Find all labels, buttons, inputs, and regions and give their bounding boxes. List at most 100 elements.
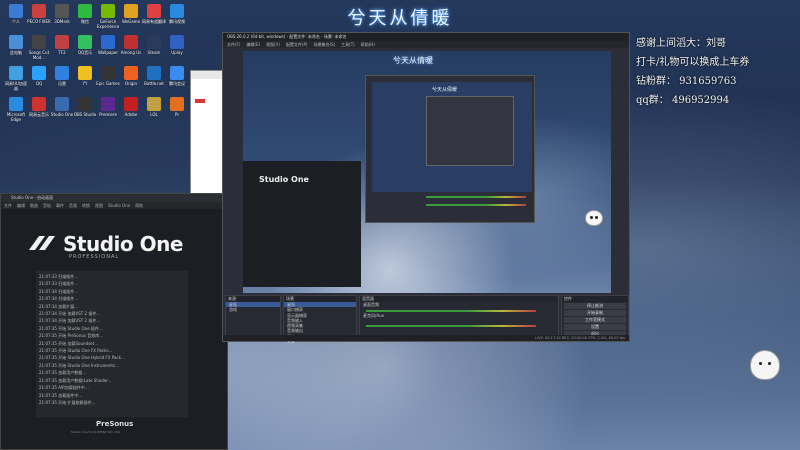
desktop-icon-label: QQ音乐 (77, 50, 93, 55)
app-icon (9, 35, 23, 49)
desktop-icon[interactable]: Wallpaper (96, 35, 120, 60)
desktop-icon[interactable]: GeForce Experience (96, 4, 120, 29)
studio-one-menu-item[interactable]: Studio One (108, 202, 130, 209)
obs-menu-item[interactable]: 编辑(E) (246, 41, 260, 48)
desktop-icon[interactable]: Origin (119, 66, 143, 91)
desktop-icon[interactable]: Epic Games (96, 66, 120, 91)
control-button[interactable]: 设置 (564, 324, 626, 330)
desktop-icon-label: Studio One (50, 112, 74, 117)
studio-one-menu-item[interactable]: 事件 (56, 202, 64, 209)
obs-titlebar[interactable]: OBS 26.0.2 (64-bit, windows) - 配置文件: 未命名… (223, 33, 629, 41)
desktop-icon[interactable]: Battle.net (142, 66, 166, 91)
app-icon (9, 66, 23, 80)
studio-one-menu-item[interactable]: 编辑 (17, 202, 25, 209)
desktop-icon-label: 网易UU加速器 (5, 81, 27, 91)
app-icon (32, 97, 46, 111)
desktop-icon-label: Steam (147, 50, 161, 55)
app-icon (9, 4, 23, 18)
app-icon (170, 35, 184, 49)
mascot-eye (595, 216, 598, 219)
obs-menu-item[interactable]: 场景集合(S) (313, 41, 335, 48)
desktop-icon-label: Wallpaper (97, 50, 118, 55)
studio-one-menu-item[interactable]: 转换 (82, 202, 90, 209)
desktop-icon[interactable]: Studio One (50, 97, 74, 122)
studio-one-menu-item[interactable]: 帮助 (135, 202, 143, 209)
desktop-icon[interactable]: Premiere (96, 97, 120, 122)
control-button[interactable]: 开始录制 (564, 310, 626, 316)
desktop-icon[interactable]: 腾讯会议 (165, 66, 189, 91)
desktop-icon[interactable]: QQ (27, 66, 51, 91)
desktop-icon[interactable]: WeGame (119, 4, 143, 29)
app-icon (32, 66, 46, 80)
obs-window[interactable]: OBS 26.0.2 (64-bit, windows) - 配置文件: 未命名… (222, 32, 630, 344)
studio-one-window[interactable]: Studio One - 启动画面 文件 编辑 歌曲 音轨 事件 音频 转换 视图 Studio… (0, 193, 228, 450)
desktop-icon-label: 腾讯视频 (169, 19, 185, 24)
desktop-icon[interactable]: 网易云音乐 (27, 97, 51, 122)
studio-one-menu-item[interactable]: 音频 (69, 202, 77, 209)
desktop-icon[interactable]: 微信 (73, 4, 97, 29)
desktop-icon-label: Songs Cut Mod... (28, 50, 50, 60)
browser-window[interactable] (190, 70, 226, 195)
obs-menu-item[interactable]: 帮助(H) (361, 41, 375, 48)
studio-one-titlebar[interactable]: Studio One - 启动画面 (1, 194, 227, 202)
mascot-eye (759, 362, 762, 365)
desktop-icon[interactable]: 网易有道翻译 (142, 4, 166, 29)
log-line: 21:07:34 加载扩展... (39, 303, 79, 309)
mascot-body (750, 350, 780, 380)
desktop-icon[interactable]: PECO FIXER (27, 4, 51, 29)
obs-preview[interactable]: 兮天从倩暖 兮天从倩暖 Studio One (243, 51, 611, 293)
desktop-icon-label: 迅雷 (58, 81, 66, 86)
browser-badge (195, 99, 205, 103)
studio-one-menu-item[interactable]: 视图 (95, 202, 103, 209)
desktop-icon[interactable]: 腾讯视频 (165, 4, 189, 29)
browser-titlebar[interactable] (191, 71, 225, 79)
nested-meter (426, 196, 526, 198)
mascot-sticker-small (585, 210, 603, 226)
log-line: 21:07:35 加载插件中... (39, 392, 83, 398)
app-icon (170, 66, 184, 80)
desktop-icon[interactable]: Steam (142, 35, 166, 60)
desktop-icon[interactable]: TF2 (50, 35, 74, 60)
studio-one-menu-item[interactable]: 音轨 (43, 202, 51, 209)
studio-one-menu-item[interactable]: 文件 (4, 202, 12, 209)
desktop-icon[interactable]: Among Us (119, 35, 143, 60)
desktop-icon[interactable]: Microsoft Edge (4, 97, 28, 122)
desktop-icon[interactable]: 网易UU加速器 (4, 66, 28, 91)
desktop-icon[interactable]: Songs Cut Mod... (27, 35, 51, 60)
desktop-icon[interactable]: 此电脑 (4, 35, 28, 60)
desktop-icon[interactable]: QQ音乐 (73, 35, 97, 60)
studio-one-menu-item[interactable]: 歌曲 (30, 202, 38, 209)
stream-title: 兮天从倩暖 (347, 8, 453, 29)
desktop-icon-label: Origin (124, 81, 138, 86)
log-line: 21:07:35 开始 Studio One 插件... (39, 325, 103, 331)
app-icon (9, 97, 23, 111)
desktop-icon[interactable]: 3DMark (50, 4, 74, 29)
obs-menu-item[interactable]: 配置文件(P) (286, 41, 308, 48)
app-icon (170, 97, 184, 111)
app-icon (124, 4, 138, 18)
app-icon (147, 66, 161, 80)
desktop-icon[interactable]: Uplay (165, 35, 189, 60)
control-button[interactable]: 停止推流 (564, 303, 626, 309)
studio-one-edition: PROFESSIONAL (69, 254, 120, 260)
nested-obs-capture: 兮天从倩暖 (365, 75, 535, 223)
obs-menu-item[interactable]: 文件(F) (227, 41, 240, 48)
control-button[interactable]: 工作室模式 (564, 317, 626, 323)
desktop-icon[interactable]: OBS Studio (73, 97, 97, 122)
desktop-icon[interactable]: Adobe (119, 97, 143, 122)
app-icon (32, 4, 46, 18)
desktop-icon[interactable]: 迅雷 (50, 66, 74, 91)
desktop-icon-label: YY (82, 81, 88, 86)
obs-menu-item[interactable]: 视图(V) (266, 41, 280, 48)
obs-menu-item[interactable]: 工具(T) (341, 41, 355, 48)
app-icon (101, 97, 115, 111)
desktop-icon[interactable]: YY (73, 66, 97, 91)
app-icon (78, 97, 92, 111)
desktop-icon[interactable]: Pr (165, 97, 189, 122)
scene-item[interactable]: 游戏 (226, 307, 280, 312)
desktop-icon-label: WeGame (121, 19, 141, 24)
nested-meter (426, 204, 526, 206)
desktop-icon[interactable]: 个人 (4, 4, 28, 29)
desktop-icon[interactable]: LOL (142, 97, 166, 122)
obs-statusbar: LIVE: 00:17:34 REC: 00:00:00 CPU: 2.4%, … (223, 335, 629, 341)
